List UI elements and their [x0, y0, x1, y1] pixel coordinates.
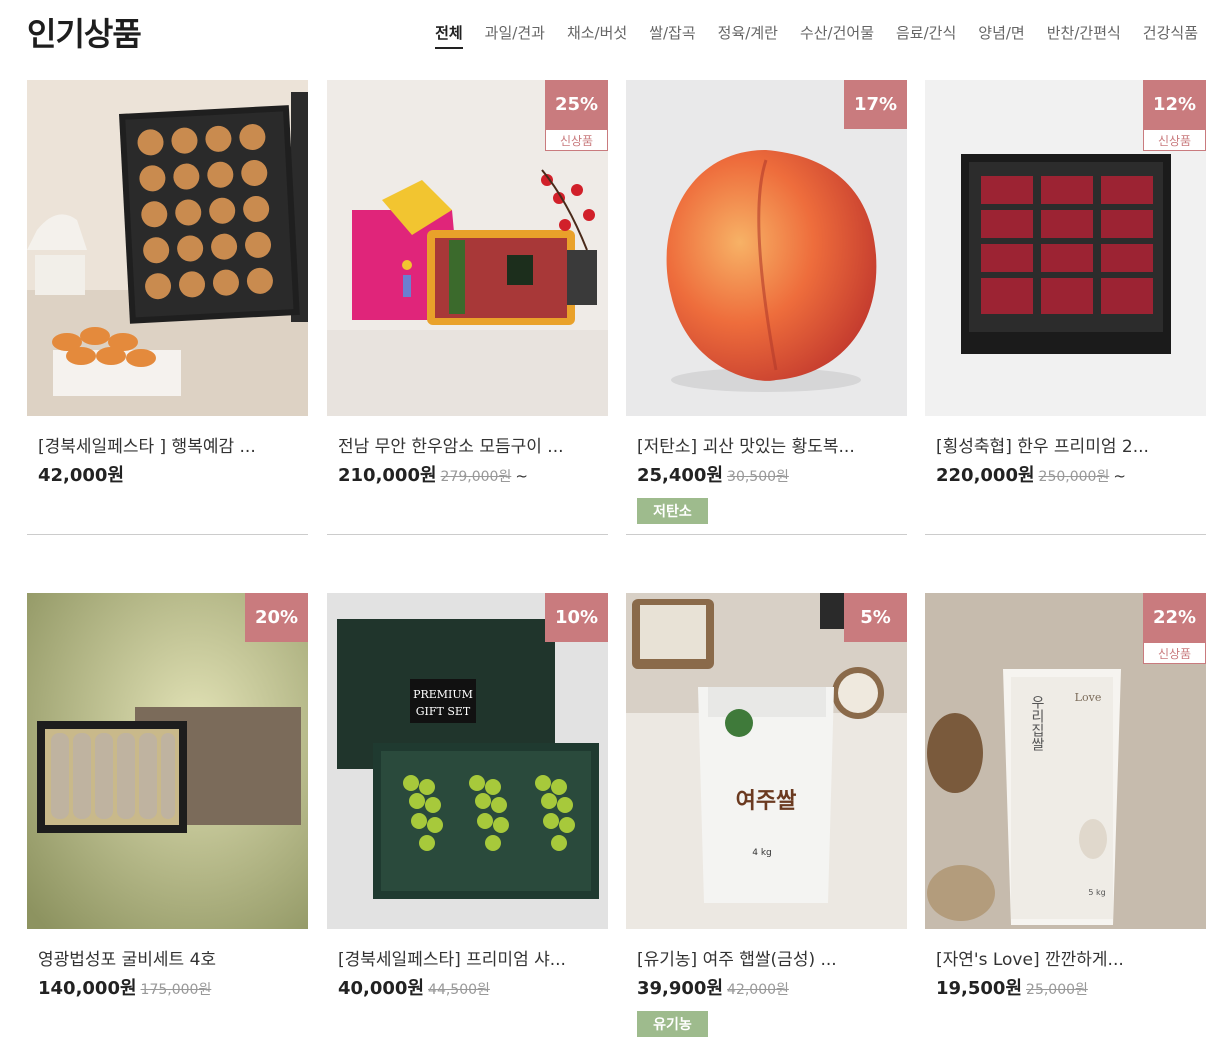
product-name[interactable]: [횡성축협] 한우 프리미엄 2...: [936, 432, 1198, 457]
tab-meat-eggs[interactable]: 정육/계란: [707, 22, 789, 43]
original-price: 25,000원: [1026, 982, 1088, 998]
card-divider: [327, 534, 608, 535]
category-tabs: 전체 과일/견과 채소/버섯 쌀/잡곡 정육/계란 수산/건어물 음료/간식 양…: [424, 22, 1209, 49]
product-price: 39,900원 42,000원: [637, 974, 789, 1000]
product-price: 220,000원 250,000원 ~: [936, 461, 1126, 487]
product-name[interactable]: [저탄소] 괴산 맛있는 황도복...: [637, 432, 899, 457]
tab-health-food[interactable]: 건강식품: [1132, 22, 1209, 43]
product-image-natures-love-rice[interactable]: Love 우리집쌀 5 kg 22% 신상품: [925, 593, 1206, 929]
tab-seafood[interactable]: 수산/건어물: [789, 22, 885, 43]
product-name[interactable]: [경북세일페스타] 프리미엄 샤...: [338, 945, 600, 970]
product-image-peach[interactable]: 17%: [626, 80, 907, 416]
new-product-tag: 신상품: [1143, 129, 1206, 151]
product-image-yeoju-rice[interactable]: 여주쌀 4 kg 5%: [626, 593, 907, 929]
product-price: 19,500원 25,000원: [936, 974, 1088, 1000]
original-price: 279,000원: [440, 469, 512, 485]
discount-badge: 5%: [844, 593, 907, 642]
product-price: 40,000원 44,500원: [338, 974, 490, 1000]
discount-badge: 10%: [545, 593, 608, 642]
product-price: 140,000원 175,000원: [38, 974, 211, 1000]
sale-price: 210,000원: [338, 465, 437, 486]
new-product-tag: 신상품: [545, 129, 608, 151]
tab-all[interactable]: 전체: [424, 22, 474, 49]
product-name[interactable]: 전남 무안 한우암소 모듬구이 ...: [338, 432, 600, 457]
sale-price: 19,500원: [936, 978, 1023, 999]
new-product-tag: 신상품: [1143, 642, 1206, 664]
gift-set-line-1: PREMIUM: [413, 688, 473, 701]
tab-vegetables[interactable]: 채소/버섯: [556, 22, 638, 43]
product-image-hanwoo-premium[interactable]: 12% 신상품: [925, 80, 1206, 416]
original-price: 44,500원: [428, 982, 490, 998]
product-image-shine-muscat[interactable]: PREMIUM GIFT SET 10%: [327, 593, 608, 929]
card-divider: [925, 534, 1206, 535]
product-image-hanwoo-gift-set[interactable]: 25% 신상품: [327, 80, 608, 416]
original-price: 175,000원: [140, 982, 212, 998]
tab-fruit-nuts[interactable]: 과일/견과: [474, 22, 556, 43]
sale-price: 40,000원: [338, 978, 425, 999]
product-image-tart-gift-box[interactable]: [27, 80, 308, 416]
page-title: 인기상품: [27, 15, 142, 53]
low-carbon-badge: 저탄소: [637, 498, 708, 524]
discount-badge: 20%: [245, 593, 308, 642]
discount-badge: 22%: [1143, 593, 1206, 642]
price-range-tilde: ~: [515, 467, 528, 485]
product-price: 25,400원 30,500원: [637, 461, 789, 487]
original-price: 250,000원: [1038, 469, 1110, 485]
rice-bag-1-weight: 4 kg: [752, 848, 772, 858]
product-name[interactable]: 영광법성포 굴비세트 4호: [38, 945, 300, 970]
sale-price: 140,000원: [38, 978, 137, 999]
gift-set-line-2: GIFT SET: [416, 705, 471, 718]
tab-rice-grain[interactable]: 쌀/잡곡: [638, 22, 706, 43]
tab-seasoning-noodles[interactable]: 양념/면: [967, 22, 1035, 43]
discount-badge: 12%: [1143, 80, 1206, 129]
product-name[interactable]: [경북세일페스타 ] 행복예감 ...: [38, 432, 300, 457]
tab-side-dishes[interactable]: 반찬/간편식: [1036, 22, 1132, 43]
discount-badge: 25%: [545, 80, 608, 129]
rice-bag-2-brand: Love: [1075, 691, 1102, 704]
product-price: 42,000원: [38, 461, 124, 487]
product-name[interactable]: [유기농] 여주 햅쌀(금성) ...: [637, 945, 899, 970]
sale-price: 220,000원: [936, 465, 1035, 486]
product-name[interactable]: [자연's Love] 깐깐하게...: [936, 945, 1198, 970]
sale-price: 42,000원: [38, 465, 125, 486]
original-price: 42,000원: [727, 982, 789, 998]
sale-price: 39,900원: [637, 978, 724, 999]
card-divider: [626, 534, 907, 535]
rice-bag-1-label: 여주쌀: [736, 789, 797, 814]
sale-price: 25,400원: [637, 465, 724, 486]
product-price: 210,000원 279,000원 ~: [338, 461, 528, 487]
original-price: 30,500원: [727, 469, 789, 485]
organic-badge: 유기농: [637, 1011, 708, 1037]
card-divider: [27, 534, 308, 535]
discount-badge: 17%: [844, 80, 907, 129]
product-image-croaker-gift-set[interactable]: 20%: [27, 593, 308, 929]
rice-bag-2-weight: 5 kg: [1088, 888, 1105, 897]
tab-drinks-snacks[interactable]: 음료/간식: [885, 22, 967, 43]
price-range-tilde: ~: [1113, 467, 1126, 485]
rice-bag-2-label: 우리집쌀: [1029, 695, 1045, 751]
